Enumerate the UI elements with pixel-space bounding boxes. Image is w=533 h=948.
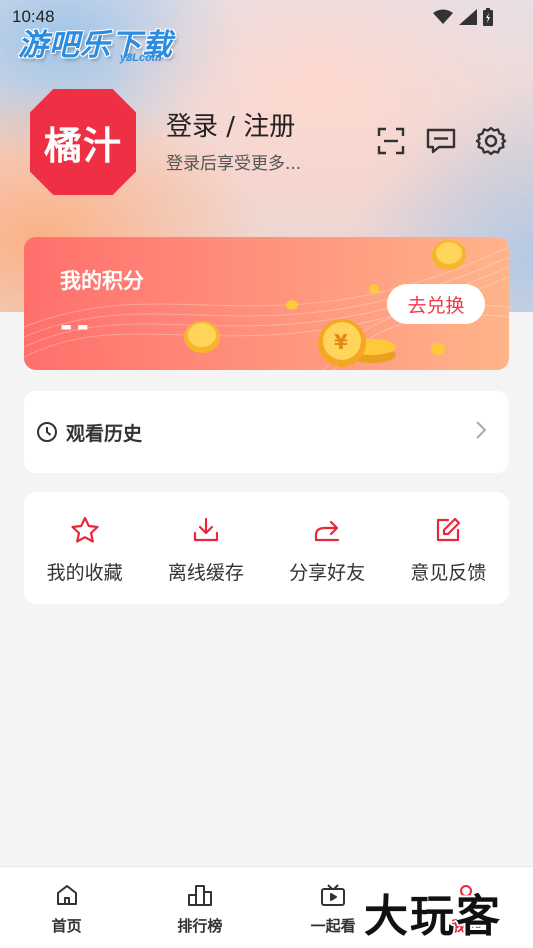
download-icon: [193, 517, 218, 542]
tv-icon: [321, 884, 346, 906]
wifi-icon: [433, 9, 453, 24]
settings-icon[interactable]: [474, 124, 508, 158]
status-icons: [433, 8, 493, 26]
tab-ranking[interactable]: 排行榜: [133, 867, 266, 948]
chart-icon: [187, 885, 212, 906]
star-icon: [71, 516, 99, 543]
scan-icon[interactable]: [374, 124, 408, 158]
login-register-link[interactable]: 登录 / 注册: [166, 106, 295, 143]
tab-label: 排行榜: [177, 917, 223, 935]
action-feedback[interactable]: 意见反馈: [388, 492, 509, 604]
action-offline-cache[interactable]: 离线缓存: [145, 492, 266, 604]
share-icon: [315, 520, 340, 542]
home-icon: [56, 885, 77, 905]
action-favorites[interactable]: 我的收藏: [24, 492, 145, 604]
points-value: --: [60, 309, 93, 344]
edit-icon: [437, 517, 461, 542]
login-subtitle: 登录后享受更多...: [166, 154, 302, 174]
action-share[interactable]: 分享好友: [267, 492, 388, 604]
signal-icon: [459, 9, 477, 25]
watermark-bottom: 大玩客: [364, 891, 502, 942]
tab-label: 首页: [51, 917, 82, 935]
watch-history-row[interactable]: 观看历史: [24, 391, 509, 473]
svg-text:¥: ¥: [334, 330, 348, 354]
action-label: 我的收藏: [46, 562, 123, 584]
watch-history-label: 观看历史: [66, 423, 143, 445]
action-label: 意见反馈: [410, 562, 487, 584]
avatar[interactable]: 橘汁: [30, 89, 136, 195]
quick-actions: 我的收藏 离线缓存 分享好友 意见反馈: [24, 492, 509, 604]
exchange-button[interactable]: 去兑换: [387, 284, 485, 324]
battery-icon: [483, 8, 493, 26]
watermark-logo-sub: y8Lcom: [120, 52, 162, 64]
points-title: 我的积分: [60, 269, 144, 293]
message-icon[interactable]: [424, 124, 458, 158]
action-label: 离线缓存: [167, 562, 244, 584]
avatar-text: 橘汁: [43, 123, 122, 168]
action-label: 分享好友: [289, 562, 366, 584]
points-card[interactable]: ¥ 我的积分 -- 去兑换: [24, 237, 509, 370]
tab-home[interactable]: 首页: [0, 867, 133, 948]
tab-label: 一起看: [310, 917, 356, 935]
clock-icon: [37, 422, 57, 442]
chevron-right-icon: [476, 421, 487, 439]
